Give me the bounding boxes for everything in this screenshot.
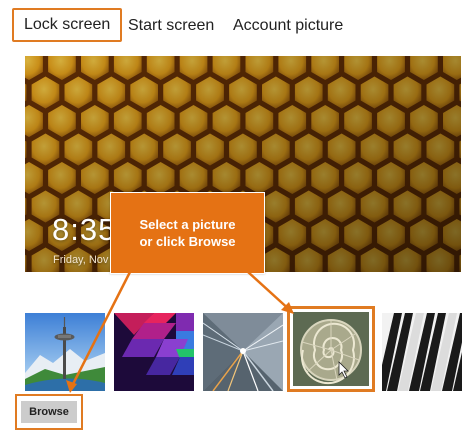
thumbnail-piano-keys[interactable]	[382, 313, 462, 391]
lock-screen-date: Friday, Nov	[53, 254, 109, 266]
nautilus-shell-image	[293, 312, 369, 386]
instruction-callout: Select a picture or click Browse	[110, 192, 265, 274]
thumbnail-nautilus-shell[interactable]	[287, 306, 375, 392]
browse-highlight: Browse	[15, 394, 83, 430]
tab-account-picture[interactable]: Account picture	[233, 13, 343, 39]
thumbnail-space-needle[interactable]	[25, 313, 105, 391]
colorful-squares-image	[114, 313, 194, 391]
personalize-tabs: Lock screen Start screen Account picture	[0, 0, 474, 52]
browse-button[interactable]: Browse	[21, 401, 77, 423]
tunnel-lights-image	[203, 313, 283, 391]
thumbnail-colorful-squares[interactable]	[114, 313, 194, 391]
space-needle-image	[25, 313, 105, 391]
piano-keys-image	[382, 313, 462, 391]
picture-thumbnails	[0, 306, 474, 392]
callout-line-1: Select a picture	[139, 217, 236, 232]
lock-screen-time: 8:35	[52, 212, 117, 247]
callout-line-2: or click Browse	[139, 234, 236, 249]
tab-lock-screen[interactable]: Lock screen	[12, 8, 123, 42]
thumbnail-tunnel-lights[interactable]	[203, 313, 283, 391]
tab-start-screen[interactable]: Start screen	[128, 13, 214, 39]
